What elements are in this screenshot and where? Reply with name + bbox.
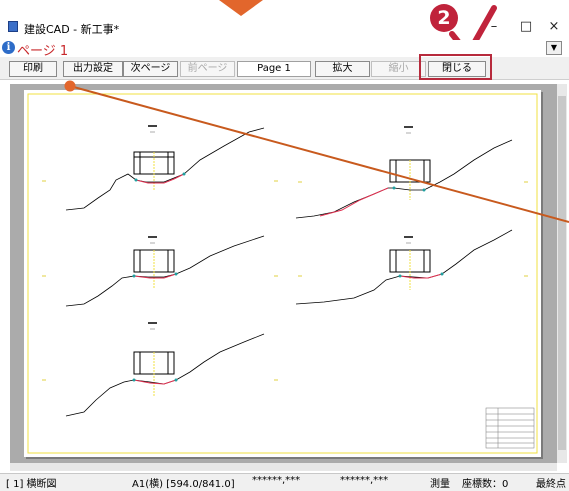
zoom-in-button[interactable]: 拡大 xyxy=(315,61,370,77)
status-last-point: 最終点 xyxy=(536,479,566,490)
paper-sheet xyxy=(24,90,541,457)
app-icon xyxy=(8,21,18,32)
scroll-thumb[interactable] xyxy=(558,96,566,450)
close-window-button[interactable]: × xyxy=(540,18,568,36)
status-coord-1: ******,*** xyxy=(252,475,301,486)
section-drawing-4 xyxy=(295,229,528,305)
page-indicator: Page 1 xyxy=(237,61,311,77)
section-drawing-3 xyxy=(42,235,278,307)
section-drawing-5 xyxy=(42,322,278,417)
section-drawing-1 xyxy=(42,125,278,211)
maximize-button[interactable]: □ xyxy=(512,18,540,36)
status-paper-size: A1(横) [594.0/841.0] xyxy=(132,479,235,490)
next-page-button[interactable]: 次ページ xyxy=(123,61,178,77)
info-icon: i xyxy=(2,41,15,54)
section-drawing-2 xyxy=(295,126,528,219)
window-title: 建設CAD - 新工事* xyxy=(24,23,120,36)
status-mode: 測量 xyxy=(430,479,450,490)
status-coord-count: 座標数：0 xyxy=(462,479,509,490)
title-block xyxy=(485,407,535,449)
cross-section-drawing xyxy=(27,93,538,454)
status-layer: [ 1] 横断図 xyxy=(6,479,57,490)
prev-page-button[interactable]: 前ページ xyxy=(180,61,235,77)
close-button-highlight xyxy=(419,54,492,80)
output-settings-button[interactable]: 出力設定 xyxy=(63,61,123,77)
zoom-out-button[interactable]: 縮小 xyxy=(371,61,426,77)
chevron-down-icon[interactable]: ▼ xyxy=(546,41,562,55)
status-coord-2: ******,*** xyxy=(340,475,389,486)
print-button[interactable]: 印刷 xyxy=(9,61,57,77)
print-preview-area[interactable] xyxy=(10,84,557,463)
pointer-arrow-icon xyxy=(219,0,263,16)
vertical-scrollbar[interactable] xyxy=(557,84,567,463)
horizontal-scrollbar[interactable] xyxy=(10,463,557,471)
